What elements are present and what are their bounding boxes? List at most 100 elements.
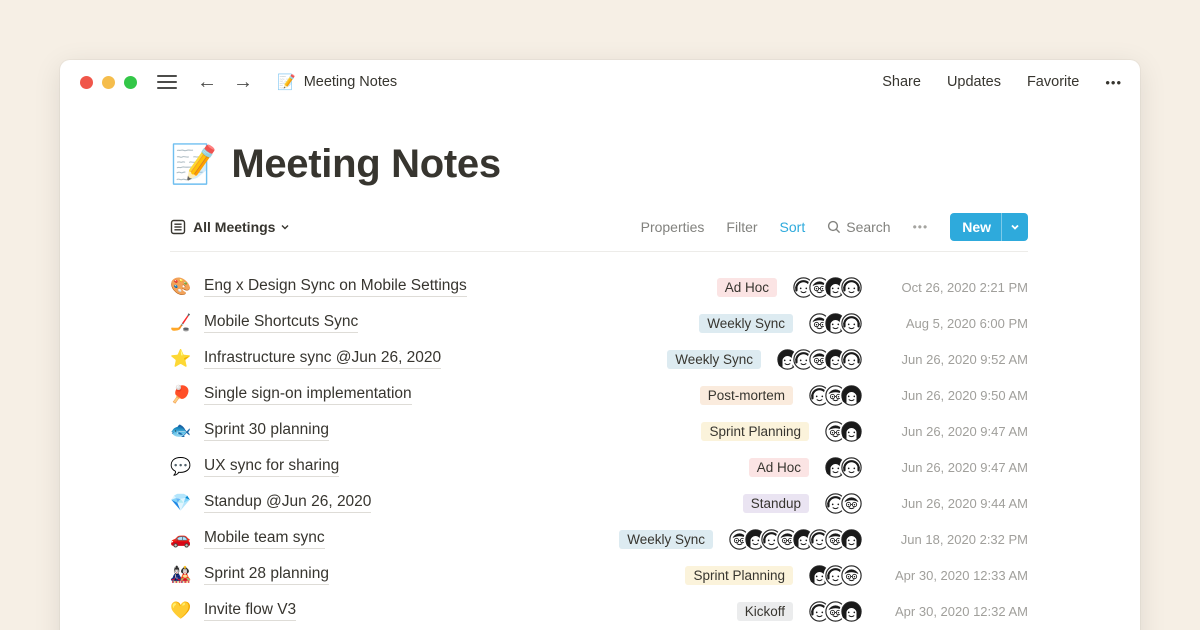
- table-row[interactable]: 🎨 Eng x Design Sync on Mobile Settings A…: [170, 269, 1028, 305]
- attendee-avatar: [841, 457, 862, 478]
- meeting-type-tag[interactable]: Sprint Planning: [701, 422, 809, 441]
- sidebar-menu-icon[interactable]: [157, 75, 177, 90]
- meeting-title-link[interactable]: Infrastructure sync @Jun 26, 2020: [204, 349, 441, 369]
- meeting-type-tag[interactable]: Weekly Sync: [667, 350, 761, 369]
- meeting-date: Jun 26, 2020 9:47 AM: [878, 424, 1028, 439]
- table-row[interactable]: 💎 Standup @Jun 26, 2020 Standup Jun 26, …: [170, 485, 1028, 521]
- meeting-title-link[interactable]: Mobile Shortcuts Sync: [204, 313, 358, 333]
- search-label: Search: [846, 219, 890, 235]
- meeting-type-tag[interactable]: Ad Hoc: [717, 278, 777, 297]
- updates-button[interactable]: Updates: [947, 74, 1001, 90]
- forward-arrow-icon[interactable]: →: [233, 72, 253, 92]
- meeting-title-link[interactable]: UX sync for sharing: [204, 457, 339, 477]
- row-emoji-icon: 🏒: [170, 313, 196, 333]
- meeting-date: Jun 26, 2020 9:50 AM: [878, 388, 1028, 403]
- new-button-dropdown[interactable]: [1002, 213, 1028, 241]
- notion-window: ← → 📝 Meeting Notes Share Updates Favori…: [60, 60, 1140, 630]
- table-row[interactable]: 💬 UX sync for sharing Ad Hoc Jun 26, 202…: [170, 449, 1028, 485]
- attendee-avatar-group: [809, 385, 862, 406]
- meeting-type-tag[interactable]: Standup: [743, 494, 809, 513]
- table-row[interactable]: 🐟 Sprint 30 planning Sprint Planning Jun…: [170, 413, 1028, 449]
- meeting-title-link[interactable]: Standup @Jun 26, 2020: [204, 493, 371, 513]
- meeting-date: Apr 30, 2020 12:33 AM: [878, 568, 1028, 583]
- table-row[interactable]: 🏒 Mobile Shortcuts Sync Weekly Sync Aug …: [170, 305, 1028, 341]
- view-name: All Meetings: [193, 219, 275, 235]
- minimize-window-button[interactable]: [102, 76, 115, 89]
- table-row[interactable]: 🎎 Sprint 28 planning Sprint Planning Apr…: [170, 557, 1028, 593]
- search-icon: [827, 220, 841, 234]
- attendee-avatar-group: [793, 277, 862, 298]
- attendee-avatar: [841, 529, 862, 550]
- chevron-down-icon: [1010, 222, 1020, 232]
- attendee-avatar: [841, 601, 862, 622]
- meeting-date: Jun 26, 2020 9:47 AM: [878, 460, 1028, 475]
- traffic-lights: [80, 76, 137, 89]
- toolbar-actions: Properties Filter Sort Search ••• New: [641, 213, 1028, 241]
- meeting-type-tag[interactable]: Weekly Sync: [699, 314, 793, 333]
- favorite-button[interactable]: Favorite: [1027, 74, 1079, 90]
- table-row[interactable]: ⭐ Infrastructure sync @Jun 26, 2020 Week…: [170, 341, 1028, 377]
- zoom-window-button[interactable]: [124, 76, 137, 89]
- attendee-avatar: [841, 385, 862, 406]
- meeting-title-link[interactable]: Eng x Design Sync on Mobile Settings: [204, 277, 467, 297]
- meeting-date: Oct 26, 2020 2:21 PM: [878, 280, 1028, 295]
- table-row[interactable]: 🏓 Single sign-on implementation Post-mor…: [170, 377, 1028, 413]
- attendee-avatar-group: [777, 349, 862, 370]
- search-button[interactable]: Search: [827, 219, 890, 235]
- back-arrow-icon[interactable]: ←: [197, 72, 217, 92]
- row-emoji-icon: 🎎: [170, 565, 196, 585]
- meeting-date: Jun 26, 2020 9:52 AM: [878, 352, 1028, 367]
- table-row[interactable]: 🚗 Mobile team sync Weekly Sync Jun 18, 2…: [170, 521, 1028, 557]
- filter-button[interactable]: Filter: [726, 219, 757, 235]
- meetings-list: 🎨 Eng x Design Sync on Mobile Settings A…: [170, 269, 1028, 629]
- attendee-avatar: [841, 313, 862, 334]
- meeting-title-link[interactable]: Sprint 28 planning: [204, 565, 329, 585]
- row-emoji-icon: 🚗: [170, 529, 196, 549]
- attendee-avatar-group: [825, 493, 862, 514]
- meeting-date: Aug 5, 2020 6:00 PM: [878, 316, 1028, 331]
- attendee-avatar-group: [825, 421, 862, 442]
- toolbar-more-icon[interactable]: •••: [913, 220, 929, 234]
- new-button[interactable]: New: [950, 213, 1028, 241]
- attendee-avatar: [841, 277, 862, 298]
- page-emoji-icon: 📝: [277, 73, 296, 91]
- attendee-avatar-group: [809, 313, 862, 334]
- row-emoji-icon: 🎨: [170, 277, 196, 297]
- chevron-down-icon: [280, 222, 290, 232]
- attendee-avatar: [841, 421, 862, 442]
- more-options-icon[interactable]: •••: [1105, 75, 1122, 90]
- desktop-background: ← → 📝 Meeting Notes Share Updates Favori…: [0, 0, 1200, 630]
- meeting-title-link[interactable]: Sprint 30 planning: [204, 421, 329, 441]
- window-topbar: ← → 📝 Meeting Notes Share Updates Favori…: [60, 60, 1140, 104]
- share-button[interactable]: Share: [882, 74, 921, 90]
- topbar-menu: Share Updates Favorite •••: [882, 74, 1122, 90]
- meeting-date: Apr 30, 2020 12:32 AM: [878, 604, 1028, 619]
- meeting-type-tag[interactable]: Sprint Planning: [685, 566, 793, 585]
- close-window-button[interactable]: [80, 76, 93, 89]
- sort-button[interactable]: Sort: [780, 219, 806, 235]
- attendee-avatar-group: [809, 601, 862, 622]
- row-emoji-icon: 💬: [170, 457, 196, 477]
- attendee-avatar: [841, 565, 862, 586]
- database-toolbar: All Meetings Properties Filter Sort Se: [170, 213, 1028, 252]
- meeting-type-tag[interactable]: Kickoff: [737, 602, 793, 621]
- row-emoji-icon: 💎: [170, 493, 196, 513]
- properties-button[interactable]: Properties: [641, 219, 705, 235]
- meeting-type-tag[interactable]: Ad Hoc: [749, 458, 809, 477]
- meeting-type-tag[interactable]: Post-mortem: [700, 386, 793, 405]
- table-row[interactable]: 💛 Invite flow V3 Kickoff Apr 30, 2020 12…: [170, 593, 1028, 629]
- breadcrumb-page-title[interactable]: Meeting Notes: [304, 74, 398, 90]
- meeting-title-link[interactable]: Mobile team sync: [204, 529, 325, 549]
- meeting-title-link[interactable]: Single sign-on implementation: [204, 385, 412, 405]
- new-button-label[interactable]: New: [950, 213, 1001, 241]
- page-title-emoji-icon[interactable]: 📝: [170, 146, 217, 184]
- meeting-type-tag[interactable]: Weekly Sync: [619, 530, 713, 549]
- page-title-text[interactable]: Meeting Notes: [231, 142, 500, 187]
- row-emoji-icon: 🐟: [170, 421, 196, 441]
- attendee-avatar: [841, 349, 862, 370]
- table-view-icon: [170, 219, 186, 235]
- page-title: 📝 Meeting Notes: [170, 142, 1028, 187]
- view-switcher[interactable]: All Meetings: [170, 219, 290, 235]
- meeting-title-link[interactable]: Invite flow V3: [204, 601, 296, 621]
- attendee-avatar-group: [825, 457, 862, 478]
